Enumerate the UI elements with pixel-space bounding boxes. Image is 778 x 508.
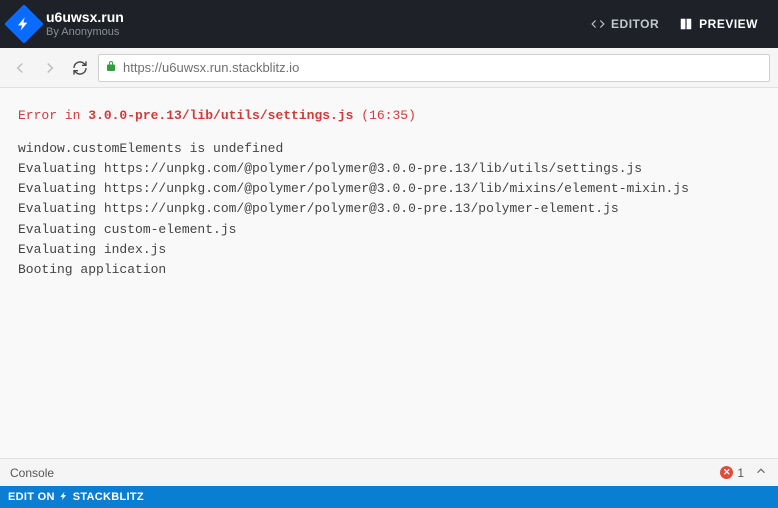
console-label: Console	[10, 466, 54, 480]
error-location: (16:35)	[353, 108, 415, 123]
logo-block: u6uwsx.run By Anonymous	[10, 10, 124, 38]
editor-tab-label: EDITOR	[611, 17, 659, 31]
edit-on-stackblitz-bar[interactable]: EDIT ON STACKBLITZ	[0, 486, 778, 508]
stack-line: Evaluating index.js	[18, 240, 760, 260]
project-title: u6uwsx.run	[46, 10, 124, 25]
back-button[interactable]	[8, 56, 32, 80]
lock-icon	[105, 60, 117, 75]
stack-line: Booting application	[18, 260, 760, 280]
preview-pane: Error in 3.0.0-pre.13/lib/utils/settings…	[0, 88, 778, 458]
forward-button[interactable]	[38, 56, 62, 80]
bolt-logo-icon	[4, 4, 44, 44]
expand-console-button[interactable]	[754, 464, 768, 481]
stack-line: Evaluating custom-element.js	[18, 220, 760, 240]
editor-tab[interactable]: EDITOR	[581, 11, 669, 37]
reload-icon	[72, 60, 88, 76]
stack-line: Evaluating https://unpkg.com/@polymer/po…	[18, 159, 760, 179]
preview-tab-label: PREVIEW	[699, 17, 758, 31]
project-byline: By Anonymous	[46, 26, 124, 38]
chevron-up-icon	[754, 464, 768, 478]
url-text: https://u6uwsx.run.stackblitz.io	[123, 60, 299, 75]
reload-button[interactable]	[68, 56, 92, 80]
stack-line: Evaluating https://unpkg.com/@polymer/po…	[18, 179, 760, 199]
preview-tab[interactable]: PREVIEW	[669, 11, 768, 37]
stack-line: window.customElements is undefined	[18, 139, 760, 159]
bolt-icon	[59, 491, 69, 504]
footer-prefix: EDIT ON	[8, 491, 55, 503]
arrow-right-icon	[41, 59, 59, 77]
url-bar[interactable]: https://u6uwsx.run.stackblitz.io	[98, 54, 770, 82]
error-file: 3.0.0-pre.13/lib/utils/settings.js	[88, 108, 353, 123]
error-circle-icon: ✕	[720, 466, 733, 479]
browser-navbar: https://u6uwsx.run.stackblitz.io	[0, 48, 778, 88]
app-header: u6uwsx.run By Anonymous EDITOR PREVIEW	[0, 0, 778, 48]
console-bar[interactable]: Console ✕ 1	[0, 458, 778, 486]
preview-icon	[679, 17, 693, 31]
arrow-left-icon	[11, 59, 29, 77]
footer-brand: STACKBLITZ	[73, 491, 144, 503]
error-heading: Error in 3.0.0-pre.13/lib/utils/settings…	[18, 108, 760, 123]
error-count: 1	[737, 466, 744, 480]
error-count-badge: ✕ 1	[720, 466, 744, 480]
stack-line: Evaluating https://unpkg.com/@polymer/po…	[18, 199, 760, 219]
error-prefix: Error in	[18, 108, 88, 123]
code-icon	[591, 17, 605, 31]
error-stack: window.customElements is undefined Evalu…	[18, 139, 760, 280]
